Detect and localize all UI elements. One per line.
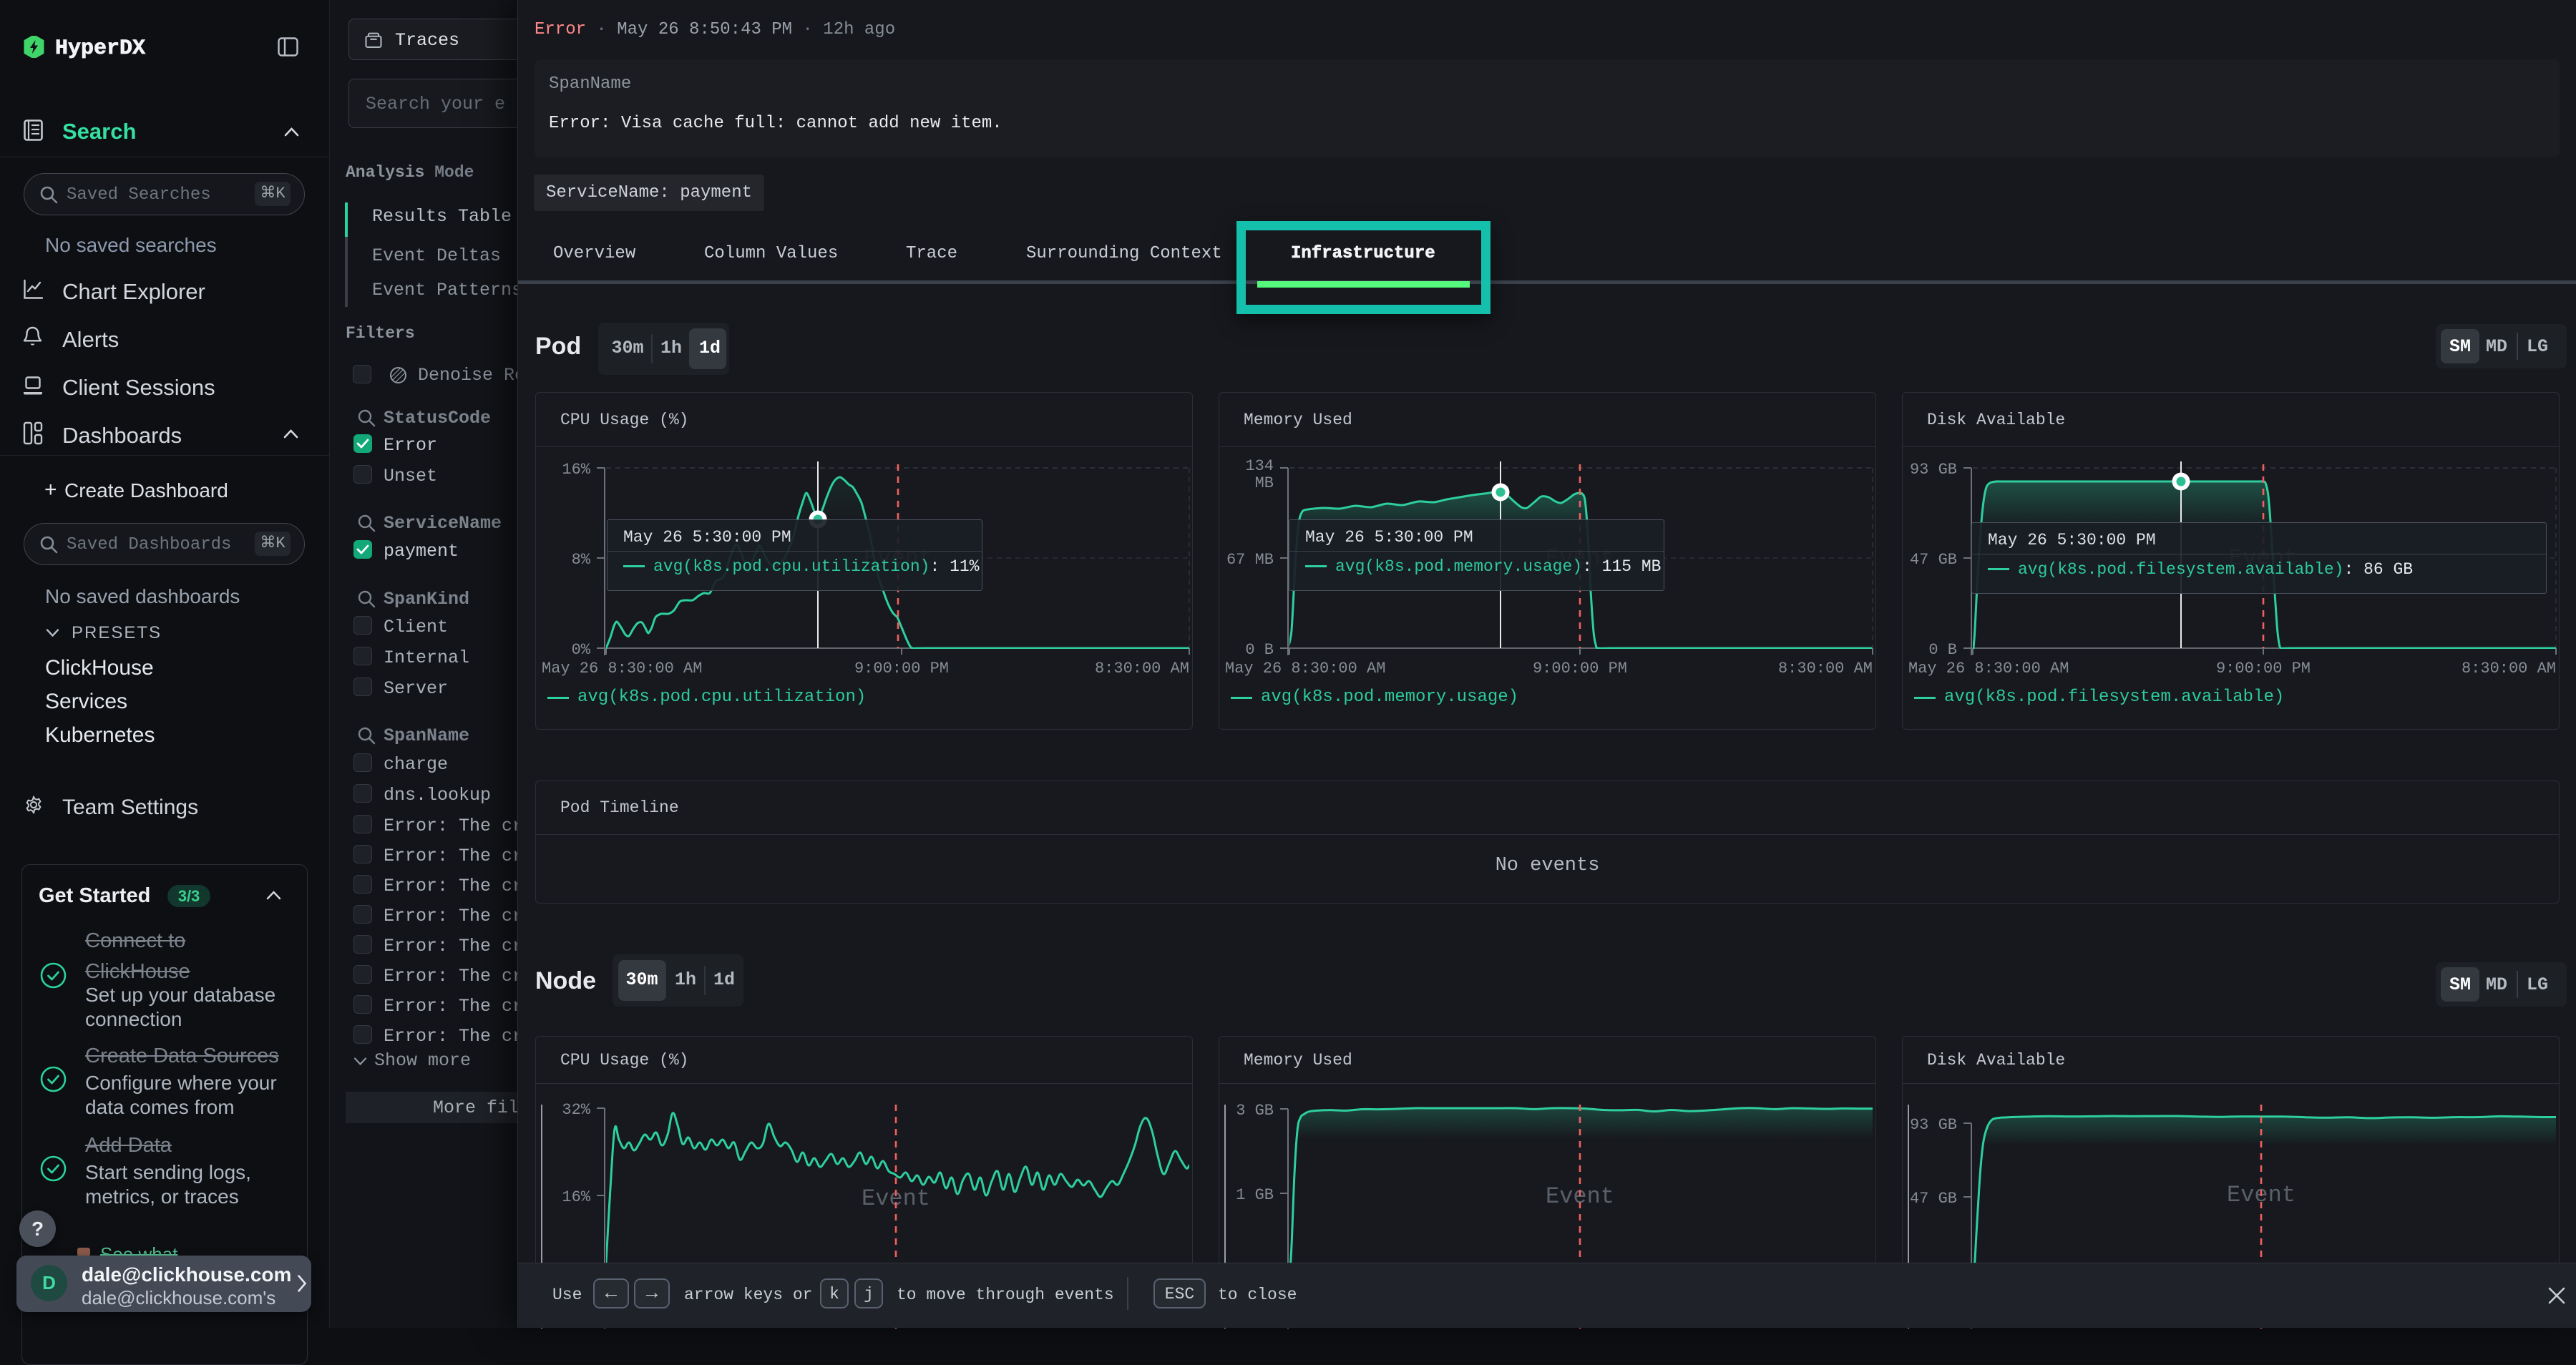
svg-text:May 26 8:30:00 AM: May 26 8:30:00 AM bbox=[1908, 660, 2069, 677]
svg-text:47 GB: 47 GB bbox=[1910, 1190, 1957, 1208]
svg-text:32%: 32% bbox=[562, 1101, 590, 1119]
svg-text:0%: 0% bbox=[572, 641, 591, 659]
svg-text:8:30:00 AM: 8:30:00 AM bbox=[2462, 660, 2556, 677]
svg-text:8:30:00 AM: 8:30:00 AM bbox=[1095, 660, 1189, 677]
svg-text:May 26 8:30:00 AM: May 26 8:30:00 AM bbox=[542, 660, 702, 677]
svg-text:47 GB: 47 GB bbox=[1910, 551, 1957, 569]
svg-text:MB: MB bbox=[1255, 474, 1274, 492]
svg-text:16%: 16% bbox=[562, 1188, 590, 1206]
svg-text:67 MB: 67 MB bbox=[1226, 551, 1274, 569]
svg-text:93 GB: 93 GB bbox=[1910, 461, 1957, 479]
svg-text:9:00:00 PM: 9:00:00 PM bbox=[1533, 660, 1627, 677]
svg-text:16%: 16% bbox=[562, 461, 590, 479]
svg-text:0 B: 0 B bbox=[1928, 641, 1957, 659]
svg-text:8:30:00 AM: 8:30:00 AM bbox=[1778, 660, 1873, 677]
svg-text:1 GB: 1 GB bbox=[1236, 1186, 1274, 1204]
svg-text:0 B: 0 B bbox=[1245, 641, 1274, 659]
svg-text:93 GB: 93 GB bbox=[1910, 1116, 1957, 1134]
svg-text:134: 134 bbox=[1245, 457, 1274, 475]
svg-text:May 26 8:30:00 AM: May 26 8:30:00 AM bbox=[1225, 660, 1385, 677]
svg-text:9:00:00 PM: 9:00:00 PM bbox=[2216, 660, 2311, 677]
svg-text:8%: 8% bbox=[572, 551, 591, 569]
svg-text:9:00:00 PM: 9:00:00 PM bbox=[854, 660, 949, 677]
svg-text:3 GB: 3 GB bbox=[1236, 1102, 1274, 1120]
